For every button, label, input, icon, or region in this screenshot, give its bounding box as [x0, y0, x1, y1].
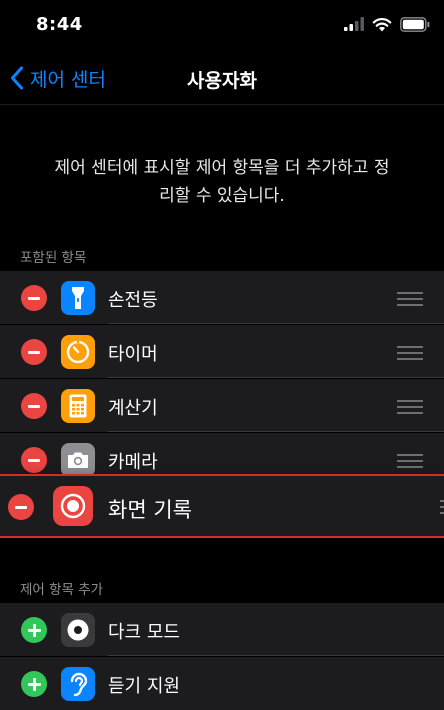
list-item-dark-mode: 다크 모드	[0, 603, 444, 656]
calculator-icon	[61, 389, 95, 423]
battery-icon	[400, 16, 430, 32]
status-time: 8:44	[36, 14, 83, 35]
intro-line-2: 리할 수 있습니다.	[159, 186, 285, 206]
included-section-header: 포함된 항목	[20, 250, 87, 266]
screen-record-icon	[53, 486, 93, 526]
remove-button[interactable]	[21, 393, 47, 419]
list-item-label: 카메라	[108, 452, 158, 473]
reorder-handle[interactable]	[397, 400, 423, 414]
remove-button[interactable]	[21, 285, 47, 311]
status-icons	[344, 14, 430, 34]
list-item-label: 다크 모드	[108, 622, 180, 643]
reorder-handle[interactable]	[397, 292, 423, 306]
intro-text: 제어 센터에 표시할 제어 항목을 더 추가하고 정 리할 수 있습니다.	[30, 154, 414, 210]
list-item-label: 화면 기록	[108, 498, 192, 522]
list-item-label: 듣기 지원	[108, 676, 180, 697]
reorder-handle[interactable]	[440, 500, 444, 514]
dragging-list-item-screen-record[interactable]: 화면 기록	[0, 474, 444, 538]
hearing-icon	[61, 667, 95, 701]
add-button[interactable]	[21, 617, 47, 643]
intro-line-1: 제어 센터에 표시할 제어 항목을 더 추가하고 정	[54, 158, 390, 178]
cellular-signal-icon	[344, 17, 364, 31]
remove-button[interactable]	[21, 447, 47, 473]
page-title: 사용자화	[187, 70, 257, 92]
nav-divider	[0, 104, 444, 105]
list-item-timer: 타이머	[0, 325, 444, 378]
flashlight-icon	[61, 281, 95, 315]
remove-button[interactable]	[8, 494, 34, 520]
row-divider	[108, 377, 444, 378]
wifi-icon	[372, 17, 392, 31]
list-item-label: 손전등	[108, 290, 158, 311]
timer-icon	[61, 335, 95, 369]
more-controls-section-header: 제어 항목 추가	[20, 582, 104, 598]
remove-button[interactable]	[21, 339, 47, 365]
camera-icon	[61, 443, 95, 477]
list-item-label: 계산기	[108, 398, 158, 419]
list-item-hearing: 듣기 지원	[0, 657, 444, 710]
reorder-handle[interactable]	[397, 346, 423, 360]
row-divider	[108, 655, 444, 656]
list-item-label: 타이머	[108, 344, 158, 365]
row-divider	[108, 323, 444, 324]
list-item-flashlight: 손전등	[0, 271, 444, 324]
list-item-calculator: 계산기	[0, 379, 444, 432]
add-button[interactable]	[21, 671, 47, 697]
row-divider	[108, 431, 444, 432]
dark-mode-icon	[61, 613, 95, 647]
reorder-handle[interactable]	[397, 454, 423, 468]
